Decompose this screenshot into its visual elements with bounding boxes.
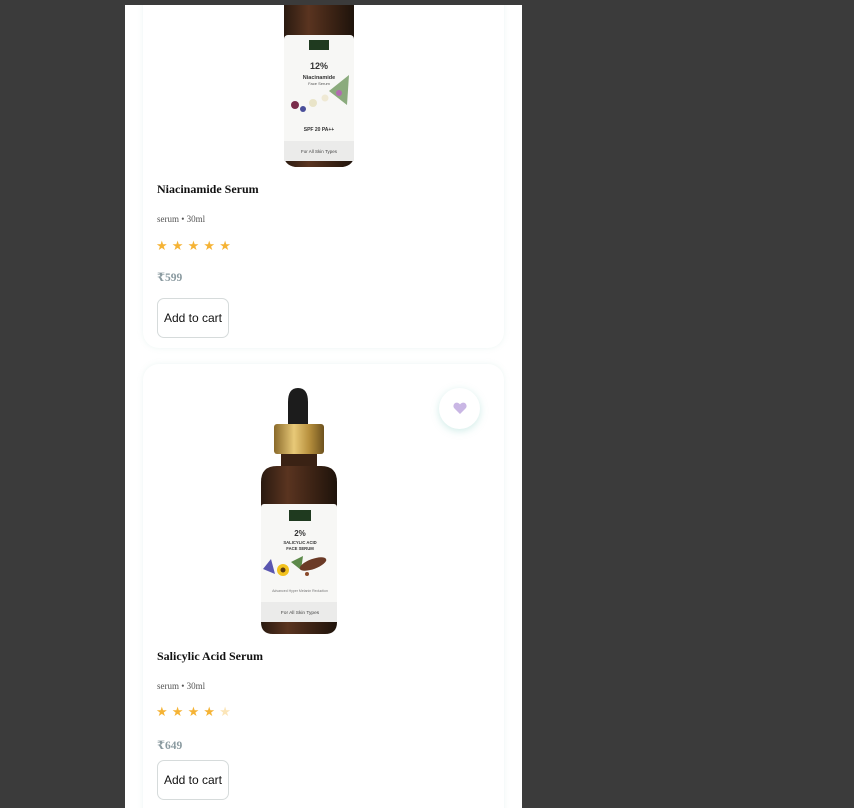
- star-icon: ★: [203, 705, 216, 720]
- bottle-line2: FACE SERUM: [286, 546, 314, 551]
- add-to-cart-button[interactable]: Add to cart: [157, 760, 229, 800]
- star-icon: ★: [219, 239, 231, 254]
- bottle-footer: For All Skin Types: [281, 610, 320, 616]
- bottle-tagline: Advanced Hyper Melanin Reduction: [272, 589, 328, 593]
- star-icon: ★: [156, 705, 168, 720]
- product-title[interactable]: Niacinamide Serum: [157, 182, 259, 197]
- bottle-spf: SPF 20 PA++: [304, 127, 335, 133]
- heart-icon: [452, 402, 467, 414]
- bottle-footer: For All Skin Types: [301, 149, 338, 154]
- wishlist-button[interactable]: [439, 388, 480, 429]
- bottle-line1: SALICYLIC ACID: [283, 540, 316, 545]
- star-icon: ★: [171, 239, 184, 254]
- product-meta: serum • 30ml: [157, 214, 206, 224]
- serum-bottle-image: 12% Niacinamide Face Serum SPF 20 PA++ F…: [284, 5, 354, 167]
- bottle-strength: 12%: [310, 61, 328, 71]
- bottle-line2: Face Serum: [308, 81, 330, 86]
- product-image[interactable]: 12% Niacinamide Face Serum SPF 20 PA++ F…: [143, 5, 504, 170]
- star-icon: ★: [156, 239, 168, 254]
- product-meta: serum • 30ml: [157, 681, 206, 691]
- star-icon: ★: [203, 239, 216, 254]
- star-icon: ★: [187, 239, 200, 254]
- star-icon: ★: [219, 705, 231, 720]
- add-to-cart-button[interactable]: Add to cart: [157, 298, 229, 338]
- product-price: ₹599: [157, 272, 183, 284]
- rating-stars: ★ ★ ★ ★ ★: [156, 705, 231, 720]
- product-price: ₹649: [157, 740, 183, 752]
- product-card[interactable]: 12% Niacinamide Face Serum SPF 20 PA++ F…: [143, 5, 504, 348]
- star-icon: ★: [171, 705, 184, 720]
- bottle-strength: 2%: [294, 529, 306, 538]
- star-icon: ★: [187, 705, 200, 720]
- product-title[interactable]: Salicylic Acid Serum: [157, 649, 263, 664]
- product-card[interactable]: 2% SALICYLIC ACID FACE SERUM Advanced Hy…: [143, 364, 504, 808]
- rating-stars: ★ ★ ★ ★ ★: [156, 239, 231, 254]
- product-list[interactable]: 12% Niacinamide Face Serum SPF 20 PA++ F…: [125, 5, 522, 808]
